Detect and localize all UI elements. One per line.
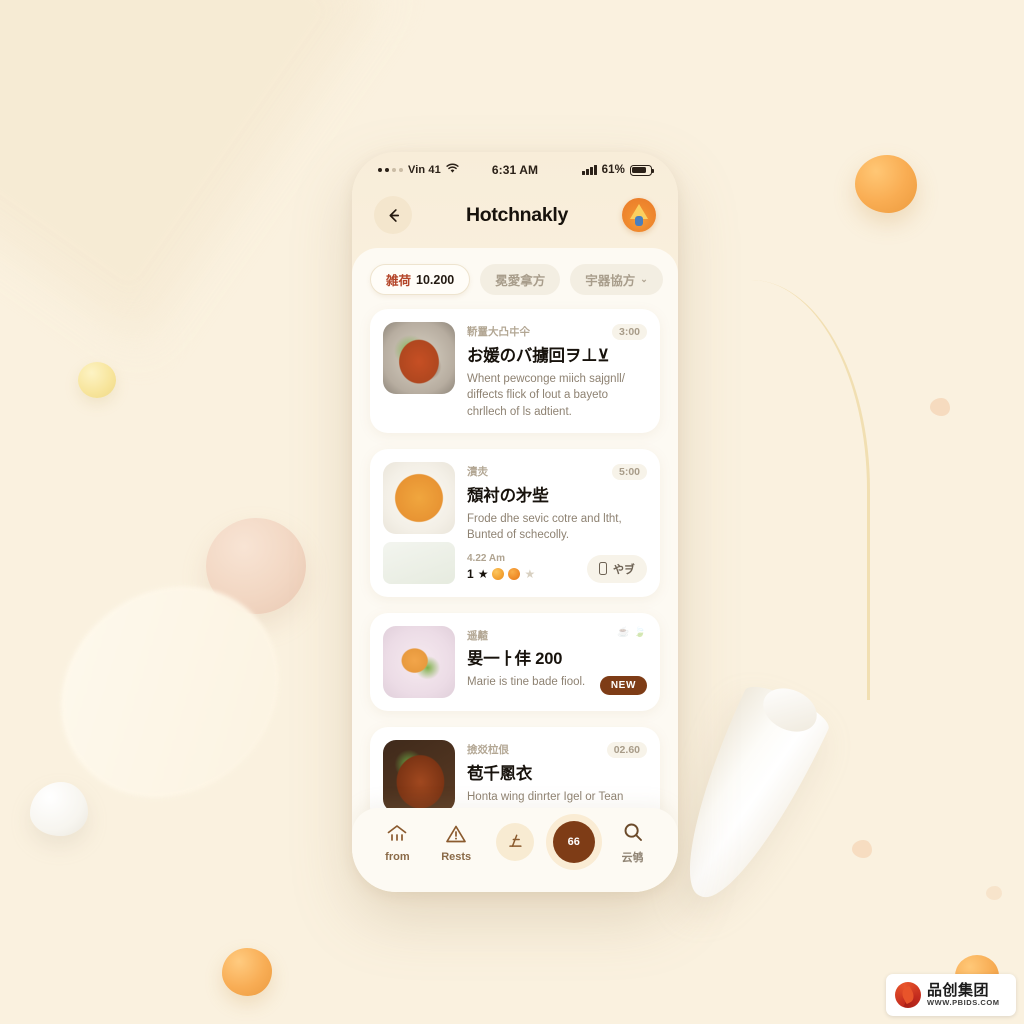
tab-action-round[interactable] xyxy=(493,823,537,861)
signal-bars-icon xyxy=(582,165,597,175)
tab-home[interactable]: from xyxy=(375,822,419,863)
star-empty-icon: ★ xyxy=(524,566,536,581)
chevron-down-icon: ⌄ xyxy=(640,274,648,284)
card-2-mini-icons: ☕ 🍃 xyxy=(617,627,646,638)
card-thumbnail-plate xyxy=(383,625,455,698)
card-0-title: お媛のバ擄回ヲ⊥⊻ xyxy=(467,347,610,365)
flake-prop-lower-right xyxy=(852,840,872,858)
tab-rests-label: Rests xyxy=(441,850,472,863)
card-thumbnail-stew xyxy=(383,322,455,394)
avatar[interactable] xyxy=(622,198,656,232)
mini-cup-icon: ☕ xyxy=(617,626,630,638)
card-3-time: 02.60 xyxy=(606,741,647,758)
flake-prop-right xyxy=(930,398,950,416)
card-1-thumbnails xyxy=(383,461,455,584)
rating-value: 1 xyxy=(467,566,474,581)
card-3-body: 撿㸚柆佷 02.60 苞千慁衣 Honta wing dinrter Igel … xyxy=(467,740,647,812)
app-header: Hotchnakly xyxy=(352,182,678,248)
status-badge[interactable]: NEW xyxy=(599,675,647,695)
card-0-body: 鞒罿大凸㐄仐 3:00 お媛のバ擄回ヲ⊥⊻ Whent pewconge mii… xyxy=(467,322,647,420)
filter-chip-2[interactable]: 宇器協方 ⌄ xyxy=(570,264,663,295)
list-item[interactable]: 遥齄 㚻一ㅏ仹 200 Marie is tine bade fiool. ☕ … xyxy=(370,612,660,711)
card-1-action-button[interactable]: やヺ xyxy=(587,554,647,583)
orange-sphere-prop-bottom-left xyxy=(222,948,272,996)
card-3-title: 苞千慁衣 xyxy=(467,764,533,783)
watermark-url: WWW.PBIDS.COM xyxy=(927,997,1000,1007)
card-1-time: 5:00 xyxy=(611,463,647,480)
card-1-title: 頹衬の㐧㘹 xyxy=(467,486,549,505)
back-button[interactable] xyxy=(374,196,412,234)
content-sheet: 雑荷 10.200 冕愛拿方 宇器協方 ⌄ 鞒罿大凸㐄仐 3:00 お媛のバ擄回… xyxy=(352,248,678,892)
arrow-glyph-icon xyxy=(495,823,534,861)
back-arrow-icon xyxy=(389,208,399,222)
card-0-thumbnails xyxy=(383,322,455,420)
pbids-leaf-logo-icon xyxy=(895,982,921,1008)
filter-chip-row: 雑荷 10.200 冕愛拿方 宇器協方 ⌄ xyxy=(352,264,678,309)
card-1-action-label: やヺ xyxy=(613,563,635,576)
card-3-top: 撿㸚柆佷 02.60 xyxy=(467,741,647,758)
tab-rests[interactable]: Rests xyxy=(434,822,478,863)
emoji-reaction-icon-2 xyxy=(508,567,521,580)
card-0-top: 鞒罿大凸㐄仐 3:00 xyxy=(467,324,647,340)
battery-percent-label: 61% xyxy=(601,164,625,176)
corner-wash-shape xyxy=(0,0,383,343)
status-time: 6:31 AM xyxy=(491,163,539,177)
status-bar-left: Vin 41 xyxy=(378,163,492,177)
warning-triangle-icon xyxy=(446,825,467,842)
card-0-description: Whent pewconge miich sajgnll/ diffects f… xyxy=(467,373,625,418)
status-dots-icon xyxy=(378,168,403,172)
watermark-text: 品创集团 WWW.PBIDS.COM xyxy=(927,983,1000,1007)
phone-mockup: Vin 41 6:31 AM 61% Hotchnakly 雑荷 10.200 … xyxy=(352,152,678,892)
card-0-time: 3:00 xyxy=(611,324,647,340)
card-thumbnail-grill xyxy=(383,739,455,812)
carrier-label: Vin 41 xyxy=(408,164,441,176)
star-filled-icon: ★ xyxy=(477,566,489,581)
filter-chip-0-value: 10.200 xyxy=(416,272,455,287)
emoji-reaction-icon-1 xyxy=(492,567,505,580)
flake-prop-corner xyxy=(986,886,1002,900)
filter-chip-2-label: 宇器協方 xyxy=(585,274,636,288)
search-icon xyxy=(624,823,642,841)
tab-home-label: from xyxy=(385,850,410,863)
bottom-navigation: from Rests 66 云鸲 xyxy=(352,808,678,892)
filter-chip-0[interactable]: 雑荷 10.200 xyxy=(370,264,471,295)
card-thumbnail-noodle xyxy=(383,461,455,534)
white-egg-prop xyxy=(30,782,88,836)
filter-chip-1[interactable]: 冕愛拿方 xyxy=(480,264,561,295)
battery-icon xyxy=(630,164,655,176)
status-bar: Vin 41 6:31 AM 61% xyxy=(352,152,678,182)
filter-chip-0-cjk: 雑荷 xyxy=(386,274,412,288)
page-title: Hotchnakly xyxy=(465,203,569,226)
card-thumbnail-salad xyxy=(383,541,455,584)
curved-string-prop xyxy=(700,280,870,700)
yellow-sphere-prop xyxy=(78,362,116,398)
card-3-kicker: 撿㸚柆佷 xyxy=(467,743,509,756)
card-3-description: Honta wing dinrter Igel or Tean xyxy=(467,790,624,803)
card-1-kicker: 漬灻 xyxy=(467,465,488,478)
list-item[interactable]: 漬灻 5:00 頹衬の㐧㘹 Frode dhe sevic cotre and … xyxy=(370,448,660,597)
tab-search[interactable]: 云鸲 xyxy=(611,820,655,865)
card-3-thumbnails xyxy=(383,739,455,812)
status-bar-right: 61% xyxy=(538,164,655,176)
home-icon xyxy=(388,824,407,841)
phone-icon xyxy=(599,562,607,576)
card-1-top: 漬灻 5:00 xyxy=(467,463,647,480)
card-1-description: Frode dhe sevic cotre and ltht, Bunted o… xyxy=(467,512,622,542)
wifi-icon xyxy=(446,163,459,177)
card-0-kicker: 鞒罿大凸㐄仐 xyxy=(467,326,530,338)
tab-fab-count[interactable]: 66 xyxy=(552,821,596,863)
list-item[interactable]: 鞒罿大凸㐄仐 3:00 お媛のバ擄回ヲ⊥⊻ Whent pewconge mii… xyxy=(370,309,660,433)
watermark: 品创集团 WWW.PBIDS.COM xyxy=(886,974,1016,1016)
orange-sphere-prop-top-right xyxy=(855,155,917,213)
card-2-title: 㚻一ㅏ仹 200 xyxy=(467,649,563,668)
filter-chip-1-label: 冕愛拿方 xyxy=(495,274,546,288)
fab-count-label: 66 xyxy=(552,821,595,863)
watermark-brand: 品创集团 xyxy=(927,982,990,1000)
card-list: 鞒罿大凸㐄仐 3:00 お媛のバ擄回ヲ⊥⊻ Whent pewconge mii… xyxy=(352,309,678,825)
card-2-thumbnails xyxy=(383,625,455,698)
tab-search-label: 云鸲 xyxy=(621,851,644,864)
mini-leaf-icon: 🍃 xyxy=(633,626,646,638)
